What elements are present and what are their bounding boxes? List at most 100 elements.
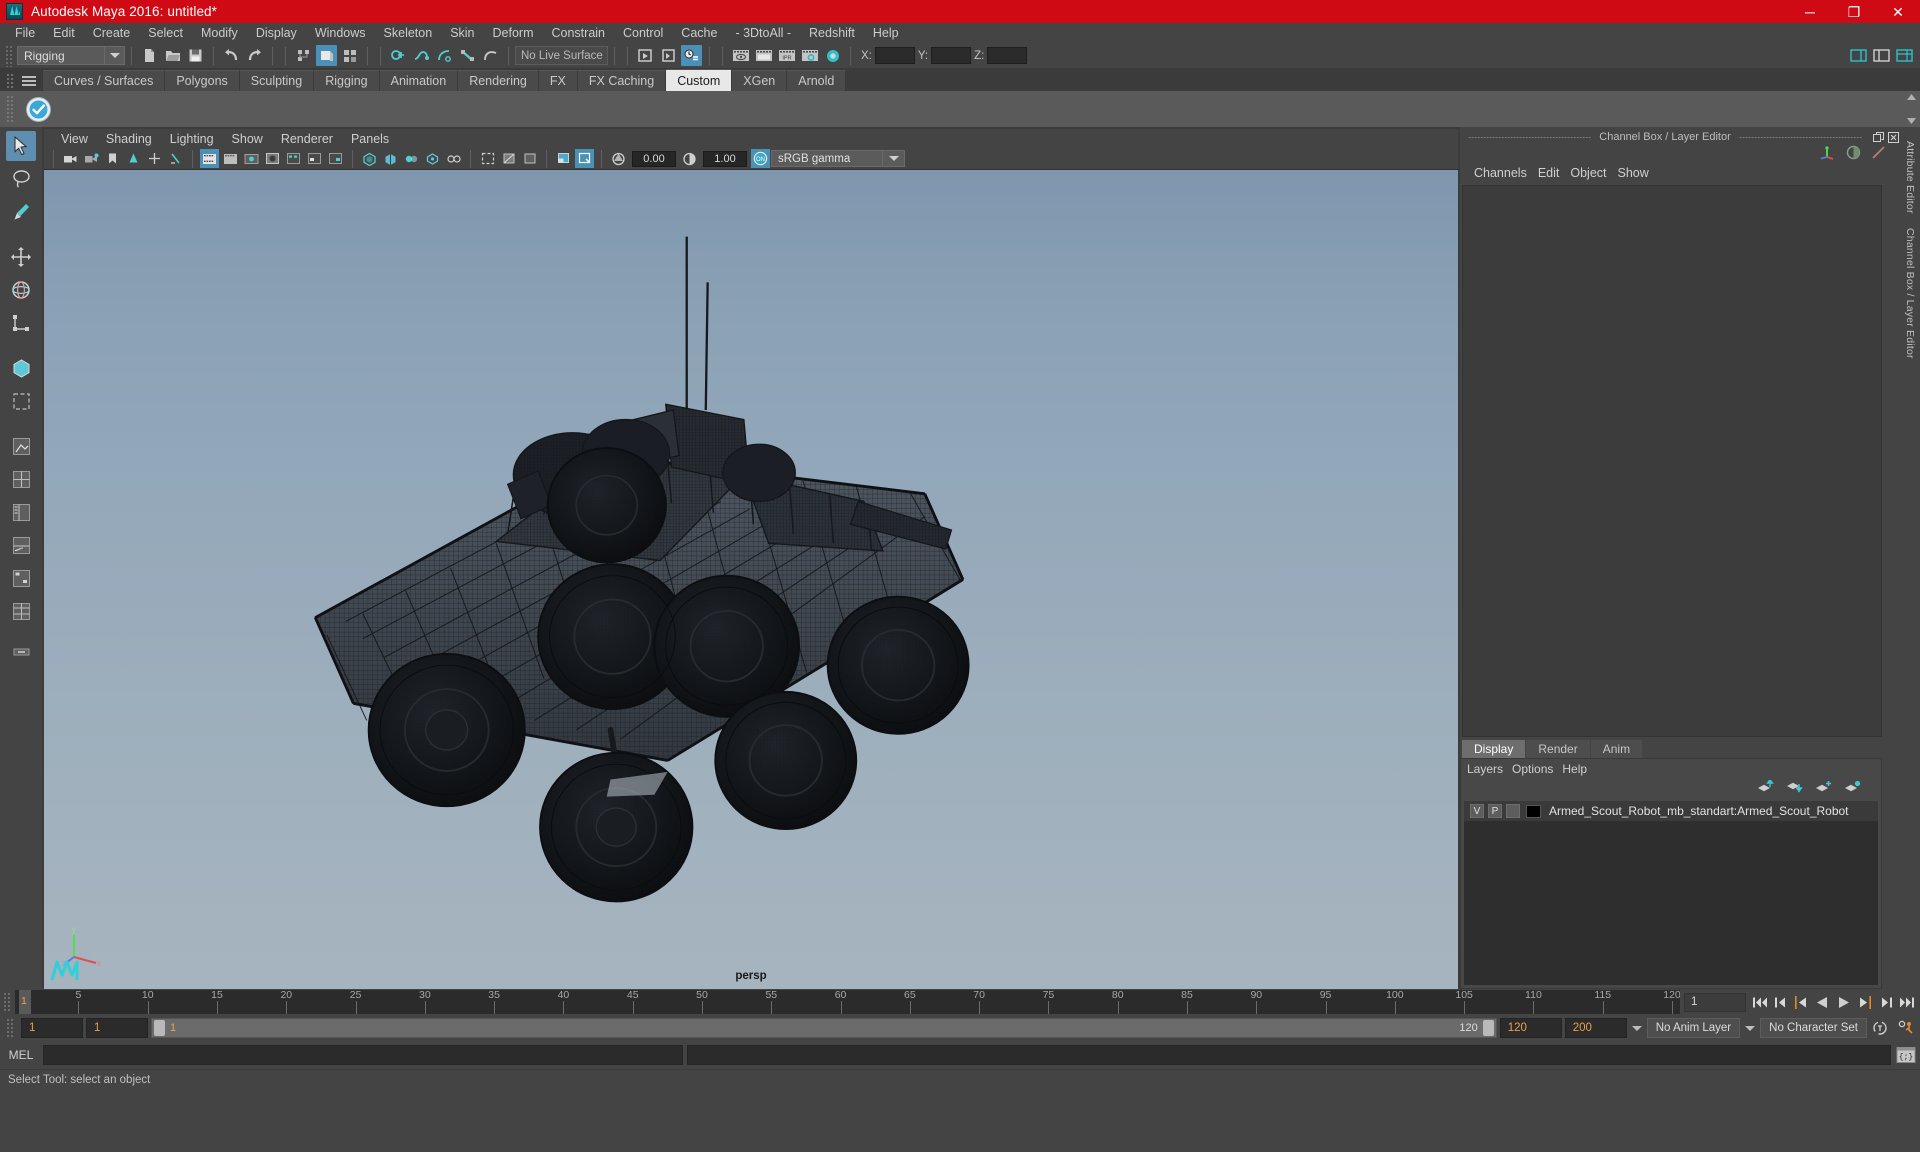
render-globals-icon[interactable]: [753, 45, 774, 66]
shade-textured-icon[interactable]: [305, 149, 324, 168]
layer-type-toggle[interactable]: [1506, 804, 1520, 818]
shelf-tab-xgen[interactable]: XGen: [732, 70, 788, 91]
tab-display[interactable]: Display: [1462, 740, 1526, 758]
anim-start-field[interactable]: 1: [21, 1018, 83, 1038]
color-space-selector[interactable]: sRGB gamma: [771, 150, 883, 167]
save-scene-icon[interactable]: [185, 45, 206, 66]
layout-persp-outliner[interactable]: [6, 497, 36, 527]
layout-four-view[interactable]: [6, 464, 36, 494]
toggle-attribute-editor-icon[interactable]: [1848, 45, 1869, 66]
shelf-tab-animation[interactable]: Animation: [379, 70, 459, 91]
menu-constrain[interactable]: Constrain: [543, 23, 615, 43]
shelf-tab-custom[interactable]: Custom: [666, 69, 733, 91]
xray-joints-icon[interactable]: [520, 149, 539, 168]
gamma-value[interactable]: 1.00: [703, 150, 747, 167]
viewport-menu-show[interactable]: Show: [223, 132, 272, 146]
toolbar-grip[interactable]: [5, 44, 14, 67]
screen-space-ao-icon[interactable]: [381, 149, 400, 168]
gamma-icon[interactable]: [680, 149, 699, 168]
layout-persp-hypergraph[interactable]: [6, 563, 36, 593]
layout-persp-polygon[interactable]: [6, 596, 36, 626]
shadows-icon[interactable]: [360, 149, 379, 168]
lasso-select-tool[interactable]: [6, 164, 36, 194]
image-plane-icon[interactable]: [124, 149, 143, 168]
snap-point-icon[interactable]: [434, 45, 455, 66]
viewport-menu-panels[interactable]: Panels: [342, 132, 398, 146]
command-output[interactable]: [687, 1045, 1891, 1065]
step-forward-frame-icon[interactable]: [1876, 993, 1895, 1012]
layer-menu-layers[interactable]: Layers: [1467, 762, 1512, 776]
layer-playback-toggle[interactable]: P: [1488, 804, 1502, 818]
resolution-gate-icon[interactable]: [221, 149, 240, 168]
rotate-tool[interactable]: [6, 275, 36, 305]
layout-single-perspective[interactable]: [6, 431, 36, 461]
minimize-button[interactable]: ─: [1788, 0, 1832, 23]
script-editor-icon[interactable]: {;}: [1895, 1045, 1917, 1065]
last-tool[interactable]: [6, 353, 36, 383]
move-layer-up-icon[interactable]: [1757, 778, 1774, 796]
snap-grid-icon[interactable]: [388, 45, 409, 66]
step-back-key-icon[interactable]: [1792, 993, 1811, 1012]
select-component-icon[interactable]: [339, 45, 360, 66]
step-back-frame-icon[interactable]: [1771, 993, 1790, 1012]
range-bar[interactable]: 1 120: [151, 1018, 1497, 1038]
redo-icon[interactable]: [244, 45, 265, 66]
range-end-field[interactable]: 120: [1499, 1018, 1562, 1038]
tool-settings-icon[interactable]: [1871, 145, 1886, 163]
channel-menu-edit[interactable]: Edit: [1538, 166, 1571, 180]
auto-keyframe-icon[interactable]: [1870, 1018, 1892, 1038]
menu-3dtoall[interactable]: - 3DtoAll -: [726, 23, 800, 43]
exposure-value[interactable]: 0.00: [632, 150, 676, 167]
undock-panel-icon[interactable]: [1872, 131, 1885, 144]
show-manipulator-tool[interactable]: [6, 386, 36, 416]
shelf-tab-curves-surfaces[interactable]: Curves / Surfaces: [43, 70, 166, 91]
render-current-frame-icon[interactable]: [658, 45, 679, 66]
channel-menu-object[interactable]: Object: [1570, 166, 1617, 180]
viewport-menu-lighting[interactable]: Lighting: [161, 132, 223, 146]
viewport-menu-shading[interactable]: Shading: [97, 132, 161, 146]
shelf-content-grip[interactable]: [6, 95, 15, 123]
toggle-tool-settings-icon[interactable]: [1871, 45, 1892, 66]
anim-layer-dropdown-arrow[interactable]: [1630, 1025, 1644, 1031]
two-d-pan-zoom-icon[interactable]: [145, 149, 164, 168]
menu-create[interactable]: Create: [84, 23, 140, 43]
ipr-render-icon[interactable]: [681, 45, 702, 66]
xray-icon[interactable]: [499, 149, 518, 168]
hypershade-icon[interactable]: [822, 45, 843, 66]
layer-visibility-toggle[interactable]: V: [1470, 804, 1484, 818]
range-slider-grip[interactable]: [6, 1018, 15, 1038]
go-to-start-icon[interactable]: [1750, 993, 1769, 1012]
tab-render[interactable]: Render: [1526, 740, 1590, 758]
character-set-dropdown-arrow[interactable]: [1743, 1025, 1757, 1031]
character-set-selector[interactable]: No Character Set: [1760, 1018, 1867, 1038]
custom-shelf-button-icon[interactable]: [23, 94, 53, 124]
ipr-settings-icon[interactable]: IPR: [776, 45, 797, 66]
wireframe-icon[interactable]: [263, 149, 282, 168]
menu-cache[interactable]: Cache: [672, 23, 726, 43]
menu-help[interactable]: Help: [864, 23, 908, 43]
viewport-3d[interactable]: y x z persp: [44, 170, 1458, 989]
channel-menu-show[interactable]: Show: [1618, 166, 1660, 180]
paint-select-tool[interactable]: [6, 197, 36, 227]
snap-projected-icon[interactable]: [457, 45, 478, 66]
new-layer-from-selected-icon[interactable]: [1844, 780, 1861, 796]
shelf-tab-fx[interactable]: FX: [538, 70, 578, 91]
exposure-icon[interactable]: [609, 149, 628, 168]
select-hierarchy-icon[interactable]: [293, 45, 314, 66]
open-scene-icon[interactable]: [162, 45, 183, 66]
range-start-field[interactable]: 1: [86, 1018, 148, 1038]
play-forwards-icon[interactable]: [1834, 993, 1853, 1012]
motion-blur-icon[interactable]: [402, 149, 421, 168]
view-transform-icon[interactable]: [575, 149, 594, 168]
menu-edit[interactable]: Edit: [44, 23, 84, 43]
maximize-button[interactable]: ❐: [1832, 0, 1876, 23]
menu-redshift[interactable]: Redshift: [800, 23, 864, 43]
snap-curve-icon[interactable]: [411, 45, 432, 66]
shelf-tab-rendering[interactable]: Rendering: [458, 70, 539, 91]
new-layer-icon[interactable]: [1815, 780, 1832, 796]
menu-modify[interactable]: Modify: [192, 23, 247, 43]
menu-skeleton[interactable]: Skeleton: [375, 23, 442, 43]
color-management-toggle-icon[interactable]: ON: [751, 149, 770, 168]
use-all-lights-icon[interactable]: [326, 149, 345, 168]
layer-name[interactable]: Armed_Scout_Robot_mb_standart:Armed_Scou…: [1549, 804, 1849, 818]
